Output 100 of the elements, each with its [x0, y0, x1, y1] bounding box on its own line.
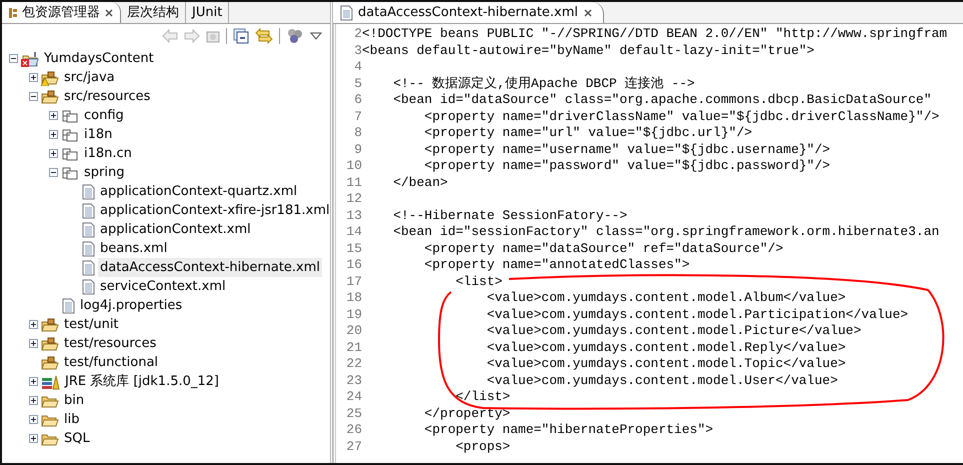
code-line: <bean id="dataSource" class="org.apache.commons.dbcp.BasicDataSource" — [392, 92, 932, 108]
line-number: 13 — [345, 208, 362, 224]
tree-item[interactable]: bin — [62, 390, 86, 410]
package-icon — [61, 146, 79, 162]
line-number: 25 — [345, 406, 362, 422]
expander-icon[interactable] — [49, 111, 58, 120]
collapse-all-icon[interactable] — [233, 28, 249, 44]
code-line: <value>com.yumdays.content.model.Participation</value> — [486, 306, 908, 323]
tree-item[interactable]: applicationContext-quartz.xml — [98, 182, 300, 202]
file-icon — [81, 184, 95, 200]
expander-icon[interactable] — [29, 434, 38, 443]
line-number: 21 — [345, 340, 362, 356]
line-number: 11 — [345, 174, 362, 191]
file-icon — [81, 202, 95, 218]
line-number: 8 — [353, 125, 362, 142]
code-line: <!-- 数据源定义,使用Apache DBCP 连接池 --> — [392, 76, 695, 92]
tree-item[interactable]: SQL — [62, 428, 92, 448]
line-number: 24 — [345, 389, 362, 406]
code-line: <property name="password" value="${jdbc.password}"/> — [423, 158, 830, 174]
tree-item[interactable]: test/functional — [62, 352, 160, 372]
close-icon — [583, 8, 594, 18]
line-number: 14 — [345, 224, 362, 240]
tree-item[interactable]: test/resources — [62, 334, 158, 354]
view-tab[interactable]: 层次结构 — [121, 2, 186, 23]
line-number: 17 — [345, 274, 362, 290]
source-folder-icon — [41, 88, 59, 104]
view-tab[interactable]: 包资源管理器 — [2, 2, 121, 23]
package-icon — [61, 108, 79, 124]
close-icon[interactable] — [104, 8, 114, 18]
package-view-icon — [8, 6, 18, 18]
code-line: <property name="username" value="${jdbc.username}"/> — [423, 142, 830, 158]
view-menu-icon[interactable] — [310, 32, 322, 40]
line-number: 22 — [345, 356, 362, 372]
expander-icon[interactable] — [29, 377, 38, 386]
line-number: 6 — [353, 92, 362, 108]
code-line: <value>com.yumdays.content.model.User</value> — [486, 372, 838, 389]
tree-item[interactable]: JRE 系统库 [jdk1.5.0_12] — [63, 372, 222, 392]
line-number: 7 — [353, 108, 362, 125]
tree-item[interactable]: lib — [62, 410, 82, 430]
code-line: <value>com.yumdays.content.model.Topic</value> — [486, 356, 846, 372]
line-number: 26 — [345, 422, 362, 438]
tree-item[interactable]: src/java — [62, 68, 117, 88]
expander-icon[interactable] — [29, 73, 38, 82]
tree-item[interactable]: config — [82, 106, 126, 126]
line-number: 9 — [353, 142, 362, 158]
file-icon — [81, 240, 95, 256]
code-line: <props> — [454, 438, 510, 455]
file-icon — [81, 278, 95, 294]
view-tab[interactable]: JUnit — [186, 2, 230, 23]
source-folder-icon — [41, 316, 59, 332]
tree-item[interactable]: log4j.properties — [78, 296, 184, 316]
link-icon[interactable] — [255, 28, 273, 44]
tree-item[interactable]: beans.xml — [98, 238, 170, 258]
package-icon — [61, 126, 79, 142]
source-folder-icon — [41, 354, 59, 370]
code-line: <beans default-autowire="byName" default-lazy-init="true"> — [362, 42, 814, 59]
tree-item[interactable]: YumdaysContent — [42, 48, 156, 68]
code-line: <list> — [454, 274, 502, 290]
tree-item[interactable]: applicationContext-xfire-jsr181.xml — [98, 200, 330, 220]
tree-item[interactable]: src/resources — [62, 86, 152, 106]
line-number: 27 — [345, 438, 362, 455]
expander-icon[interactable] — [29, 415, 38, 424]
tree-item[interactable]: i18n — [82, 124, 114, 144]
line-number: 3 — [353, 42, 362, 59]
expander-icon[interactable] — [29, 396, 38, 405]
code-line: <!DOCTYPE beans PUBLIC "-//SPRING//DTD BEAN 2.0//EN" "http://www.springfram — [362, 26, 948, 42]
tree-item[interactable]: dataAccessContext-hibernate.xml — [98, 258, 322, 278]
line-number: 4 — [353, 59, 362, 76]
code-line: <bean id="sessionFactory" class="org.springframework.orm.hibernate3.an — [392, 224, 940, 240]
line-number: 15 — [345, 240, 362, 257]
line-number: 19 — [345, 306, 362, 323]
expander-icon[interactable] — [29, 339, 38, 348]
code-line: <value>com.yumdays.content.model.Picture</value> — [486, 323, 862, 340]
line-number: 16 — [345, 257, 362, 274]
tree-item[interactable]: i18n.cn — [82, 144, 134, 164]
line-number: 5 — [353, 76, 362, 92]
filter-icon[interactable] — [286, 28, 304, 44]
line-number: 20 — [345, 323, 362, 340]
file-icon — [81, 260, 95, 276]
code-line: <value>com.yumdays.content.model.Reply</value> — [486, 340, 846, 356]
line-number: 12 — [345, 191, 362, 208]
file-icon — [81, 222, 95, 238]
code-line: <value>com.yumdays.content.model.Album</value> — [486, 290, 846, 306]
editor-tab[interactable]: dataAccessContext-hibernate.xml — [333, 2, 604, 23]
line-number: 10 — [345, 158, 362, 174]
expander-icon[interactable] — [29, 320, 38, 329]
expander-icon[interactable] — [49, 149, 58, 158]
tree-item[interactable]: test/unit — [62, 314, 121, 334]
code-line: </property> — [423, 406, 510, 422]
code-line: <property name="dataSource" ref="dataSource"/> — [423, 240, 784, 257]
line-number: 2 — [353, 26, 362, 42]
source-folder-icon — [41, 336, 59, 352]
code-line: <property name="url" value="${jdbc.url}"/> — [423, 125, 752, 142]
tree-item[interactable]: serviceContext.xml — [98, 276, 228, 296]
file-icon — [339, 4, 353, 20]
code-line: <!--Hibernate SessionFatory--> — [392, 208, 628, 224]
tree-item[interactable]: applicationContext.xml — [98, 220, 253, 240]
tree-item[interactable]: spring — [82, 162, 126, 182]
expander-icon[interactable] — [49, 130, 58, 139]
file-icon — [61, 298, 75, 314]
